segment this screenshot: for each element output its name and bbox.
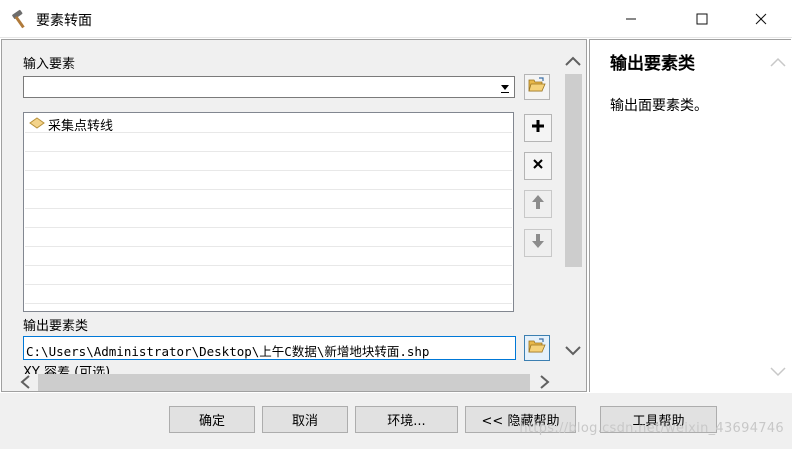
- list-row-empty: [25, 133, 512, 152]
- minimize-button[interactable]: [608, 0, 654, 38]
- parameters-pane: 输入要素 采集点转线 输出要素类 C:\Users\Administrator\…: [1, 39, 587, 392]
- remove-item-button[interactable]: [524, 152, 552, 180]
- cancel-button[interactable]: 取消: [262, 406, 348, 433]
- input-features-list[interactable]: 采集点转线: [23, 112, 514, 312]
- move-up-button[interactable]: [524, 190, 552, 218]
- open-folder-icon: [528, 77, 546, 97]
- help-scroll-up-icon[interactable]: [768, 52, 788, 72]
- plus-icon: [531, 119, 545, 137]
- x-icon: [532, 158, 544, 174]
- scroll-up-icon[interactable]: [564, 54, 582, 72]
- input-features-label: 输入要素: [23, 57, 76, 72]
- environments-button[interactable]: 环境...: [355, 406, 458, 433]
- scroll-left-icon[interactable]: [18, 374, 32, 391]
- watermark: https://blog.csdn.net/weixin_43694746: [519, 421, 784, 436]
- open-folder-icon: [528, 338, 546, 358]
- move-down-button[interactable]: [524, 229, 552, 257]
- input-features-combo[interactable]: [23, 76, 515, 98]
- hammer-icon: [9, 8, 31, 30]
- list-row-empty: [25, 209, 512, 228]
- scroll-right-icon[interactable]: [538, 374, 552, 391]
- vertical-scrollbar[interactable]: [560, 52, 586, 366]
- browse-input-button[interactable]: [524, 74, 550, 100]
- output-feature-class-field[interactable]: C:\Users\Administrator\Desktop\上午C数据\新增地…: [23, 336, 516, 360]
- help-description: 输出面要素类。: [610, 98, 708, 114]
- button-bar: 确定 取消 环境... << 隐藏帮助 工具帮助 https://blog.cs…: [0, 393, 792, 449]
- list-row-empty: [25, 171, 512, 190]
- title-bar: 要素转面: [0, 0, 792, 38]
- help-pane: 输出要素类 输出面要素类。: [589, 39, 791, 392]
- list-row-empty: [25, 266, 512, 285]
- window-title: 要素转面: [36, 13, 92, 29]
- ok-button[interactable]: 确定: [169, 406, 255, 433]
- dropdown-arrow-icon[interactable]: [497, 78, 513, 96]
- output-feature-class-label: 输出要素类: [23, 319, 89, 334]
- list-item-label: 采集点转线: [48, 119, 114, 134]
- arrow-down-icon: [531, 233, 545, 253]
- maximize-button[interactable]: [679, 0, 725, 38]
- list-row-empty: [25, 190, 512, 209]
- browse-output-button[interactable]: [524, 335, 550, 361]
- horizontal-scroll-thumb[interactable]: [38, 374, 530, 391]
- help-title: 输出要素类: [610, 54, 695, 74]
- list-row-empty: [25, 247, 512, 266]
- horizontal-scrollbar[interactable]: [16, 372, 556, 391]
- arrow-up-icon: [531, 194, 545, 214]
- scroll-down-icon[interactable]: [564, 344, 582, 362]
- list-row-empty: [25, 285, 512, 304]
- list-row-empty: [25, 228, 512, 247]
- close-button[interactable]: [738, 0, 784, 38]
- help-scroll-down-icon[interactable]: [768, 362, 788, 382]
- list-item[interactable]: 采集点转线: [25, 114, 512, 134]
- feature-class-icon: [29, 116, 45, 133]
- list-row-empty: [25, 152, 512, 171]
- vertical-scroll-thumb[interactable]: [565, 74, 582, 267]
- add-item-button[interactable]: [524, 114, 552, 142]
